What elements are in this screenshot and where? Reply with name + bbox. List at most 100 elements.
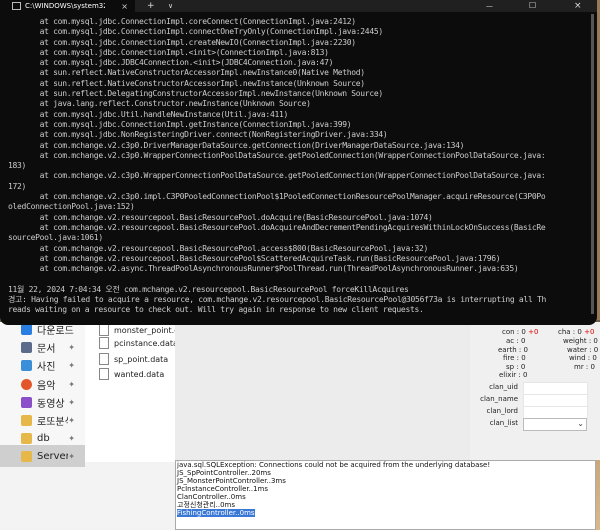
terminal-line: oledConnectionPool.java:152) [8,202,135,212]
character-stats-panel: con : 0 +0 cha : 0 +0 ac : 0 weight : 0 … [470,322,600,460]
new-tab-button[interactable]: + [147,0,155,12]
terminal-titlebar[interactable]: C:\WINDOWS\system32\cmd.exe × + ∨ — ☐ × [0,0,597,12]
document-icon [21,341,32,353]
pin-icon: ✦ [68,342,75,352]
tab-title: C:\WINDOWS\system32\cmd.exe [25,2,105,10]
stat-bonus: +0 [528,328,539,336]
list-item[interactable]: JS_MonsterPointController..3ms [176,477,595,485]
stat-cha: cha : 0 +0 [558,328,595,336]
download-icon [21,323,32,335]
pin-icon: ✦ [68,397,75,407]
explorer-empty-area [175,322,470,462]
terminal-line: at com.mchange.v2.c3p0.WrapperConnection… [8,150,546,160]
terminal-line: at com.mysql.jdbc.JDBC4Connection.<init>… [8,58,334,68]
terminal-line: at sun.reflect.NativeConstructorAccessor… [8,78,366,88]
terminal-line: at com.mysql.jdbc.NonRegisteringDriver.c… [8,130,388,140]
video-icon [21,396,32,408]
terminal-line: at com.mchange.v2.resourcepool.BasicReso… [8,243,429,253]
pin-icon: ✦ [68,415,75,425]
clan-list-select[interactable]: ⌄ [523,418,587,431]
terminal-line: at sun.reflect.DelegatingConstructorAcce… [8,89,384,99]
folder-icon [21,450,32,462]
terminal-line: at com.mysql.jdbc.ConnectionImpl.coreCon… [8,17,356,26]
picture-icon [21,359,32,371]
stat-water: water : 0 [567,346,599,354]
stat-weight: weight : 0 [563,337,598,345]
terminal-line: at com.mchange.v2.async.ThreadPoolAsynch… [8,264,519,274]
file-name: pcinstance.data [114,338,178,348]
clan-name-label: clan_name [480,395,518,403]
nav-item-label: Server [37,450,69,462]
list-item-selected[interactable]: FishingController..0ms [176,508,595,518]
list-item[interactable]: java.sql.SQLException: Connections could… [176,461,595,469]
chevron-down-icon: ⌄ [577,419,584,428]
stat-fire: fire : 0 [503,354,526,362]
terminal-line: at com.mysql.jdbc.ConnectionImpl.<init>(… [8,47,329,57]
terminal-icon [12,2,21,10]
stat-sp: sp : 0 [506,363,526,371]
nav-item-label: 문서 [37,343,56,355]
stat-ac: ac : 0 [506,337,526,345]
file-name: wanted.data [114,369,165,379]
minimize-button[interactable]: — [486,0,493,12]
server-log-list[interactable]: java.sql.SQLException: Connections could… [175,460,596,530]
pin-icon: ✦ [68,433,75,443]
nav-item-server[interactable]: Server ✦ [0,445,85,467]
stat-bonus: +0 [584,328,595,336]
terminal-line: 경고: Having failed to acquire a resource,… [8,295,547,305]
file-icon [99,368,109,380]
terminal-line: reads waiting on a resource to check out… [8,305,424,315]
terminal-line: at java.lang.reflect.Constructor.newInst… [8,99,311,109]
list-item[interactable]: 고정신청관리..0ms [176,501,595,509]
pin-icon: ✦ [68,360,75,370]
terminal-line: at com.mchange.v2.c3p0.impl.C3P0PooledCo… [8,192,546,202]
tab-dropdown-button[interactable]: ∨ [168,0,173,12]
list-item[interactable]: sp_point.data [99,351,168,367]
list-item[interactable]: PcInstanceController..1ms [176,485,595,493]
terminal-line: 172) [8,181,27,191]
terminal-line: at com.mchange.v2.resourcepool.BasicReso… [8,212,433,222]
nav-item-label: 사진 [37,361,56,373]
file-icon [99,353,109,365]
stat-mr: mr : 0 [574,363,595,371]
terminal-line: at com.mysql.jdbc.ConnectionImpl.getInst… [8,119,352,129]
clan-uid-label: clan_uid [489,383,518,391]
stat-wind: wind : 0 [569,354,597,362]
stat-elixir: elixir : 0 [499,371,528,379]
terminal-line: sourcePool.java:1061) [8,233,103,243]
clan-lord-label: clan_lord [486,407,518,415]
terminal-line: at com.mysql.jdbc.ConnectionImpl.connect… [8,27,384,37]
terminal-line: 183) [8,161,27,171]
folder-icon [21,432,32,444]
explorer-nav-pane: 다운로드 문서 ✦ 사진 ✦ 음악 ✦ 동영상 ✦ 로또분석 ✦ [0,322,86,467]
close-tab-icon[interactable]: × [121,2,128,11]
terminal-line: at com.mysql.jdbc.Util.handleNewInstance… [8,109,289,119]
list-item[interactable]: ClanController..0ms [176,493,595,501]
terminal-line: at com.mchange.v2.resourcepool.BasicReso… [8,253,501,263]
terminal-line: at com.mchange.v2.c3p0.WrapperConnection… [8,171,546,181]
terminal-line: at com.mysql.jdbc.ConnectionImpl.createN… [8,37,356,47]
list-item[interactable]: wanted.data [99,366,164,382]
nav-item-label: db [37,432,50,444]
terminal-line: 11월 22, 2024 7:04:34 오전 com.mchange.v2.r… [8,284,409,294]
file-icon [99,337,109,349]
terminal-output[interactable]: at com.mysql.jdbc.ConnectionImpl.coreCon… [8,17,588,316]
maximize-button[interactable]: ☐ [529,0,536,12]
music-icon [21,378,32,390]
file-list: monster_point.data pcinstance.data sp_po… [85,322,192,462]
terminal-line: at com.mchange.v2.c3p0.DriverManagerData… [8,140,465,150]
terminal-line: at sun.reflect.NativeConstructorAccessor… [8,68,366,78]
stat-earth: earth : 0 [498,346,528,354]
tab-cmd[interactable]: C:\WINDOWS\system32\cmd.exe × [0,0,135,12]
scrollbar[interactable] [591,14,594,314]
nav-item-label: 동영상 [37,398,65,410]
list-item[interactable]: pcinstance.data [99,335,178,351]
nav-item-label: 로또분석 [37,416,68,428]
list-item[interactable]: JS_SpPointController..20ms [176,469,595,477]
file-name: sp_point.data [114,354,169,364]
stat-con: con : 0 +0 [502,328,539,336]
close-window-button[interactable]: × [574,0,582,12]
clan-list-label: clan_list [489,419,518,427]
pin-icon: ✦ [68,451,75,461]
